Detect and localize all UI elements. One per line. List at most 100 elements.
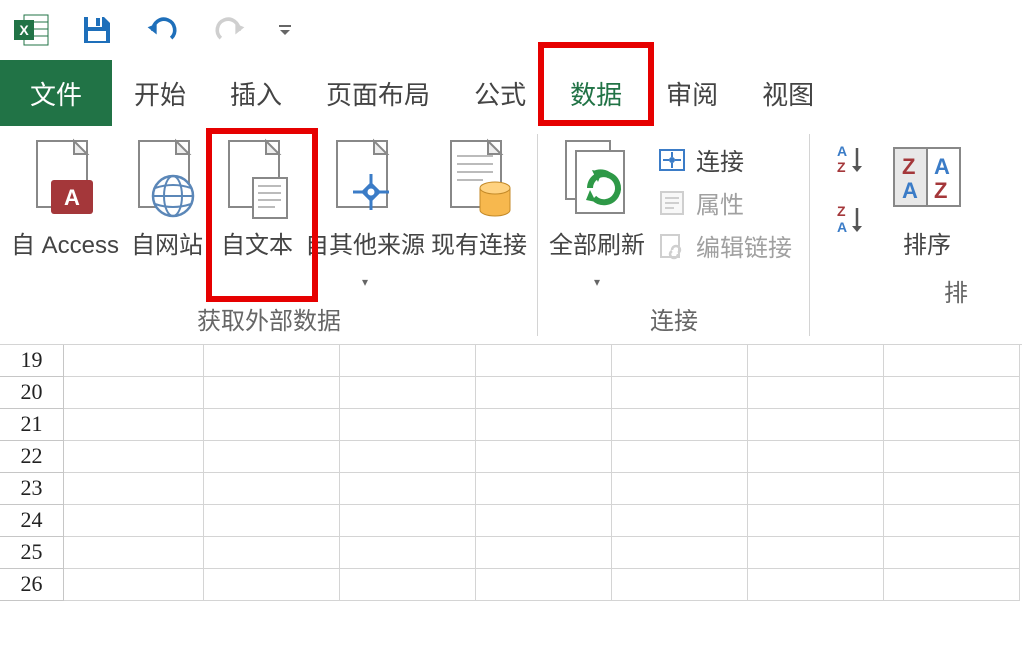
row-header[interactable]: 25 [0,537,64,569]
from-web-button[interactable]: 自网站 [122,134,212,293]
row-header[interactable]: 23 [0,473,64,505]
cell[interactable] [204,409,340,441]
cell[interactable] [748,441,884,473]
from-access-button[interactable]: A 自 Access [8,134,122,293]
tab-insert[interactable]: 插入 [208,60,304,126]
cell[interactable] [340,505,476,537]
cell[interactable] [64,377,204,409]
cell[interactable] [476,569,612,601]
row-header[interactable]: 24 [0,505,64,537]
cell[interactable] [884,441,1020,473]
cell[interactable] [884,345,1020,377]
cell[interactable] [884,377,1020,409]
cell[interactable] [612,505,748,537]
tab-formulas[interactable]: 公式 [452,60,548,126]
row-header[interactable]: 22 [0,441,64,473]
cell[interactable] [204,473,340,505]
sort-button[interactable]: Z A A Z 排序 [882,134,972,265]
tab-file[interactable]: 文件 [0,60,112,126]
tab-data[interactable]: 数据 [548,60,644,126]
cell[interactable] [748,473,884,505]
cell[interactable] [64,473,204,505]
cell[interactable] [612,473,748,505]
cell[interactable] [748,377,884,409]
group-label-sort: 排 [944,265,972,312]
tab-review[interactable]: 审阅 [644,60,740,126]
cell[interactable] [748,409,884,441]
cell[interactable] [612,377,748,409]
cell[interactable] [476,505,612,537]
save-button[interactable] [78,11,116,49]
cell[interactable] [204,569,340,601]
cell[interactable] [884,473,1020,505]
redo-button[interactable] [210,11,248,49]
cell[interactable] [748,505,884,537]
from-text-button[interactable]: 自文本 [212,134,302,293]
qat-customize-dropdown[interactable] [276,11,294,49]
chevron-down-icon: ▾ [594,275,600,289]
cell[interactable] [64,505,204,537]
cell[interactable] [204,505,340,537]
sort-ascending-button[interactable]: A Z [832,142,868,178]
cell[interactable] [612,409,748,441]
cell[interactable] [748,537,884,569]
cell[interactable] [476,345,612,377]
row-header[interactable]: 21 [0,409,64,441]
connections-button[interactable]: 连接 [658,142,792,177]
cell[interactable] [884,569,1020,601]
cell[interactable] [612,537,748,569]
cell[interactable] [340,473,476,505]
cell[interactable] [340,377,476,409]
cell[interactable] [748,569,884,601]
cell[interactable] [884,537,1020,569]
from-other-sources-button[interactable]: 自其他来源 ▾ [302,134,428,293]
sheet-row: 24 [0,505,1022,537]
refresh-all-button[interactable]: 全部刷新 ▾ [546,134,648,293]
svg-text:X: X [19,22,29,38]
cell[interactable] [340,537,476,569]
cell[interactable] [884,505,1020,537]
cell[interactable] [476,409,612,441]
cell[interactable] [340,345,476,377]
sheet-row: 26 [0,569,1022,601]
cell[interactable] [64,345,204,377]
row-header[interactable]: 19 [0,345,64,377]
cell[interactable] [612,569,748,601]
cell[interactable] [340,569,476,601]
cell[interactable] [340,441,476,473]
cell[interactable] [64,537,204,569]
existing-connections-button[interactable]: 现有连接 [428,134,530,293]
tab-view[interactable]: 视图 [740,60,836,126]
tab-home[interactable]: 开始 [112,60,208,126]
cell[interactable] [204,345,340,377]
cell[interactable] [204,441,340,473]
svg-text:Z: Z [934,178,947,203]
cell[interactable] [476,441,612,473]
svg-text:A: A [934,154,950,179]
cell[interactable] [64,569,204,601]
row-header[interactable]: 26 [0,569,64,601]
cell[interactable] [612,345,748,377]
cell[interactable] [884,409,1020,441]
cell[interactable] [476,537,612,569]
ribbon-tabs: 文件 开始 插入 页面布局 公式 数据 审阅 视图 [0,60,1022,126]
cell[interactable] [748,345,884,377]
sort-descending-button[interactable]: Z A [832,202,868,238]
cell[interactable] [612,441,748,473]
tab-page-layout[interactable]: 页面布局 [304,60,452,126]
svg-text:A: A [837,143,847,159]
svg-text:Z: Z [837,203,846,219]
worksheet-grid[interactable]: 1920212223242526 [0,345,1022,601]
cell[interactable] [476,377,612,409]
cell[interactable] [476,473,612,505]
cell[interactable] [204,377,340,409]
cell[interactable] [64,441,204,473]
text-file-icon [218,138,296,220]
cell[interactable] [204,537,340,569]
cell[interactable] [64,409,204,441]
cell[interactable] [340,409,476,441]
svg-text:Z: Z [837,159,846,175]
access-file-icon: A [26,138,104,220]
undo-button[interactable] [144,11,182,49]
row-header[interactable]: 20 [0,377,64,409]
